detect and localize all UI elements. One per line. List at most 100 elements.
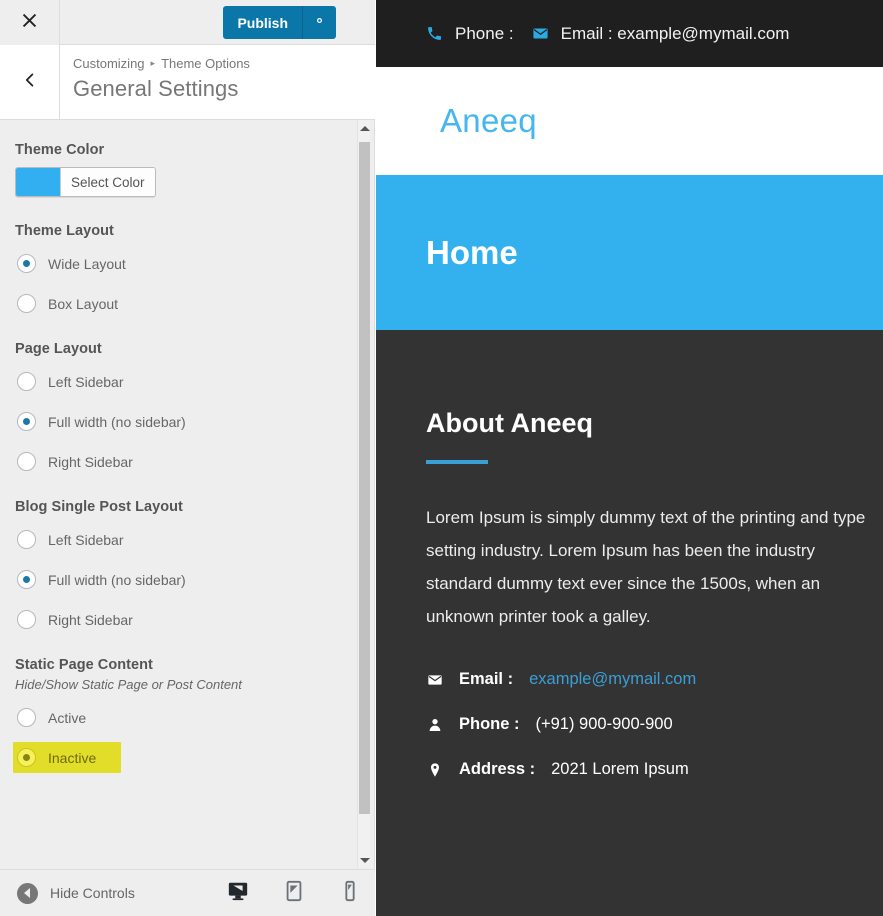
site-topbar: Phone : Email : example@mymail.com: [376, 0, 883, 67]
map-pin-icon: [426, 762, 443, 778]
radio-blog-right-sidebar[interactable]: Right Sidebar: [15, 604, 343, 635]
select-color-label: Select Color: [60, 168, 155, 196]
radio-blog-left-sidebar[interactable]: Left Sidebar: [15, 524, 343, 555]
publish-settings-button[interactable]: [302, 6, 336, 39]
control-theme-color: Theme Color Select Color: [15, 142, 343, 201]
radio-icon[interactable]: [17, 570, 36, 589]
topbar-email-label[interactable]: Email : example@mymail.com: [561, 24, 790, 44]
scrollbar-thumb[interactable]: [359, 142, 370, 814]
radio-label: Right Sidebar: [48, 453, 133, 470]
contact-item-email: Email : example@mymail.com: [426, 657, 883, 702]
tablet-icon: [283, 880, 305, 907]
color-picker-button[interactable]: Select Color: [15, 167, 156, 197]
back-button[interactable]: [0, 45, 60, 119]
scroll-up-button[interactable]: [358, 120, 371, 136]
about-section: About Aneeq Lorem Ipsum is simply dummy …: [376, 330, 883, 792]
contact-item-phone: Phone : (+91) 900-900-900: [426, 702, 883, 747]
radio-label: Inactive: [48, 749, 97, 766]
chevron-up-icon: [359, 125, 370, 131]
radio-icon[interactable]: [17, 610, 36, 629]
contact-key: Phone :: [459, 715, 520, 733]
contact-value[interactable]: example@mymail.com: [529, 670, 696, 689]
device-preview-switcher: [221, 876, 367, 910]
phone-icon: [426, 25, 443, 42]
color-swatch[interactable]: [16, 168, 60, 196]
about-paragraph: Lorem Ipsum is simply dummy text of the …: [426, 508, 866, 626]
control-description: Hide/Show Static Page or Post Content: [15, 677, 242, 692]
topbar-phone: Phone :: [426, 24, 514, 44]
customizer-panel: Publish Customizing ▸ Theme Options Gene…: [0, 0, 375, 916]
mobile-icon: [339, 880, 361, 907]
contact-list: Email : example@mymail.com Phone : (+91)…: [426, 657, 883, 792]
chevron-left-icon: [22, 72, 38, 93]
customizer-footer: Hide Controls: [0, 869, 375, 916]
contact-key: Address :: [459, 760, 536, 778]
control-static-page-content: Static Page Content Hide/Show Static Pag…: [13, 657, 343, 773]
contact-value: (+91) 900-900-900: [535, 715, 673, 733]
about-heading: About Aneeq: [426, 408, 593, 438]
desktop-icon: [227, 880, 249, 907]
site-preview: Phone : Email : example@mymail.com Aneeq…: [376, 0, 883, 916]
radio-static-inactive[interactable]: Inactive: [13, 742, 121, 773]
topbar-phone-label: Phone :: [455, 23, 514, 43]
device-mobile-button[interactable]: [333, 876, 367, 910]
radio-icon[interactable]: [17, 412, 36, 431]
banner-title: Home: [426, 233, 518, 271]
radio-page-right-sidebar[interactable]: Right Sidebar: [15, 446, 343, 477]
control-theme-layout: Theme Layout Wide Layout Box Layout: [15, 223, 343, 319]
scroll-down-button[interactable]: [358, 852, 371, 868]
breadcrumb-root[interactable]: Customizing: [73, 56, 145, 71]
breadcrumb-parent[interactable]: Theme Options: [161, 56, 250, 71]
customizer-scrollbar[interactable]: [357, 120, 370, 868]
contact-value: 2021 Lorem Ipsum: [551, 760, 689, 778]
gear-icon: [312, 13, 327, 33]
device-desktop-button[interactable]: [221, 876, 255, 910]
customizer-controls: Theme Color Select Color Theme Layout Wi…: [0, 120, 358, 868]
control-label: Blog Single Post Layout: [15, 499, 183, 515]
radio-label: Active: [48, 709, 87, 726]
customizer-topbar: Publish: [0, 0, 375, 45]
radio-label: Right Sidebar: [48, 611, 133, 628]
control-page-layout: Page Layout Left Sidebar Full width (no …: [15, 341, 343, 477]
device-tablet-button[interactable]: [277, 876, 311, 910]
radio-wide-layout[interactable]: Wide Layout: [15, 248, 343, 279]
radio-page-full-width[interactable]: Full width (no sidebar): [15, 406, 343, 437]
envelope-icon: [426, 672, 443, 688]
panel-header: Customizing ▸ Theme Options General Sett…: [0, 45, 375, 120]
radio-icon[interactable]: [17, 748, 36, 767]
heading-underline: [426, 460, 488, 464]
publish-button[interactable]: Publish: [223, 6, 302, 39]
radio-label: Full width (no sidebar): [48, 571, 186, 588]
close-customizer-button[interactable]: [0, 0, 60, 45]
radio-blog-full-width[interactable]: Full width (no sidebar): [15, 564, 343, 595]
breadcrumb-separator-icon: ▸: [150, 58, 156, 68]
publish-button-group[interactable]: Publish: [223, 6, 336, 39]
control-label: Theme Layout: [15, 223, 114, 239]
customizer-screen: Publish Customizing ▸ Theme Options Gene…: [0, 0, 883, 916]
radio-label: Full width (no sidebar): [48, 413, 186, 430]
radio-page-left-sidebar[interactable]: Left Sidebar: [15, 366, 343, 397]
site-header: Aneeq: [376, 67, 883, 175]
control-label: Theme Color: [15, 142, 105, 158]
radio-icon[interactable]: [17, 372, 36, 391]
radio-static-active[interactable]: Active: [15, 702, 343, 733]
page-banner: Home: [376, 175, 883, 330]
hide-controls-label: Hide Controls: [50, 885, 135, 901]
radio-label: Left Sidebar: [48, 373, 124, 390]
radio-icon[interactable]: [17, 294, 36, 313]
radio-label: Box Layout: [48, 295, 119, 312]
control-label: Static Page Content: [15, 657, 153, 673]
radio-icon[interactable]: [17, 530, 36, 549]
site-title[interactable]: Aneeq: [440, 102, 537, 140]
hide-controls-button[interactable]: Hide Controls: [17, 882, 135, 904]
envelope-icon: [532, 25, 549, 42]
radio-label: Wide Layout: [48, 255, 126, 272]
radio-icon[interactable]: [17, 254, 36, 273]
radio-icon[interactable]: [17, 452, 36, 471]
collapse-icon: [17, 882, 38, 904]
radio-box-layout[interactable]: Box Layout: [15, 288, 343, 319]
user-icon: [426, 717, 443, 733]
radio-label: Left Sidebar: [48, 531, 124, 548]
radio-icon[interactable]: [17, 708, 36, 727]
contact-item-address: Address : 2021 Lorem Ipsum: [426, 747, 883, 792]
